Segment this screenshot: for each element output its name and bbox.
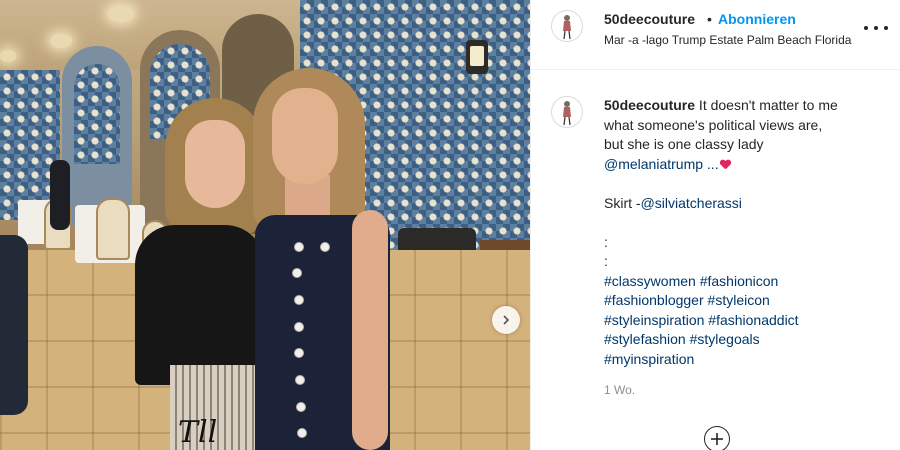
dress-button	[294, 242, 304, 252]
wall-sconce	[466, 40, 488, 74]
dress-button	[320, 242, 330, 252]
post-header: 50deecouture • Abonnieren Mar -a -lago T…	[531, 0, 900, 70]
caption-text: Skirt -	[604, 194, 641, 211]
dress-button	[294, 322, 304, 332]
more-horizontal-icon	[864, 26, 868, 30]
avatar-figure-icon	[563, 101, 571, 126]
caption-avatar[interactable]	[551, 96, 583, 128]
caption-text: It doesn't matter to me	[695, 97, 838, 113]
dress-button	[297, 428, 307, 438]
hashtag-link[interactable]: #styleicon	[708, 292, 770, 308]
caption-text: :	[604, 233, 608, 250]
chandelier	[0, 50, 16, 62]
hashtag-link[interactable]: #classywomen	[604, 273, 696, 289]
chandelier	[50, 34, 72, 48]
caption-username[interactable]: 50deecouture	[604, 97, 695, 113]
caption-text: :	[604, 253, 608, 269]
post-location[interactable]: Mar -a -lago Trump Estate Palm Beach Flo…	[604, 33, 851, 47]
hashtag-link[interactable]: #stylefashion	[604, 331, 686, 347]
person-edge	[0, 235, 28, 415]
plus-circle-icon	[711, 433, 723, 445]
post-sidebar: 50deecouture • Abonnieren Mar -a -lago T…	[530, 0, 900, 450]
red-heart-emoji-icon	[720, 160, 730, 169]
caption-ellipsis: ...	[703, 155, 719, 172]
mention-link[interactable]: @silviatcherassi	[641, 195, 742, 211]
woman-left-top	[135, 225, 265, 385]
caption-text: but she is one classy lady	[604, 136, 764, 152]
next-image-button[interactable]	[492, 306, 520, 334]
avatar[interactable]	[551, 10, 583, 42]
dress-button	[292, 268, 302, 278]
chevron-right-icon	[503, 315, 510, 325]
more-options-button[interactable]	[864, 20, 888, 36]
mention-link[interactable]: @melaniatrump	[604, 156, 703, 172]
post-username[interactable]: 50deecouture	[604, 11, 695, 27]
woman-left-face	[185, 120, 245, 208]
post-age[interactable]: 1 Wo.	[604, 383, 635, 397]
follow-button[interactable]: Abonnieren	[718, 11, 796, 27]
dress-button	[294, 348, 304, 358]
hashtag-link[interactable]: #stylegoals	[690, 331, 760, 347]
tiled-wall	[74, 64, 120, 164]
chandelier	[108, 6, 134, 22]
hashtag-link[interactable]: #fashionicon	[700, 273, 779, 289]
hashtag-link[interactable]: #myinspiration	[604, 351, 694, 367]
woman-right-arm	[352, 210, 388, 450]
skirt-print: Tll	[178, 415, 218, 450]
post-caption: 50deecouture It doesn't matter to me wha…	[604, 96, 884, 369]
caption-text: what someone's political views are,	[604, 116, 823, 133]
woman-right-face	[272, 88, 338, 184]
hashtag-link[interactable]: #fashionblogger	[604, 292, 704, 308]
dress-button	[295, 375, 305, 385]
hashtag-link[interactable]: #styleinspiration	[604, 312, 704, 328]
header-separator: •	[707, 11, 712, 27]
dress-button	[294, 295, 304, 305]
avatar-figure-icon	[563, 15, 571, 40]
dining-chair	[96, 198, 130, 260]
load-more-comments-button[interactable]	[704, 426, 730, 450]
dress-button	[296, 402, 306, 412]
post-photo[interactable]: Tll	[0, 0, 530, 450]
hashtag-link[interactable]: #fashionaddict	[708, 312, 798, 328]
waiter	[50, 160, 70, 230]
